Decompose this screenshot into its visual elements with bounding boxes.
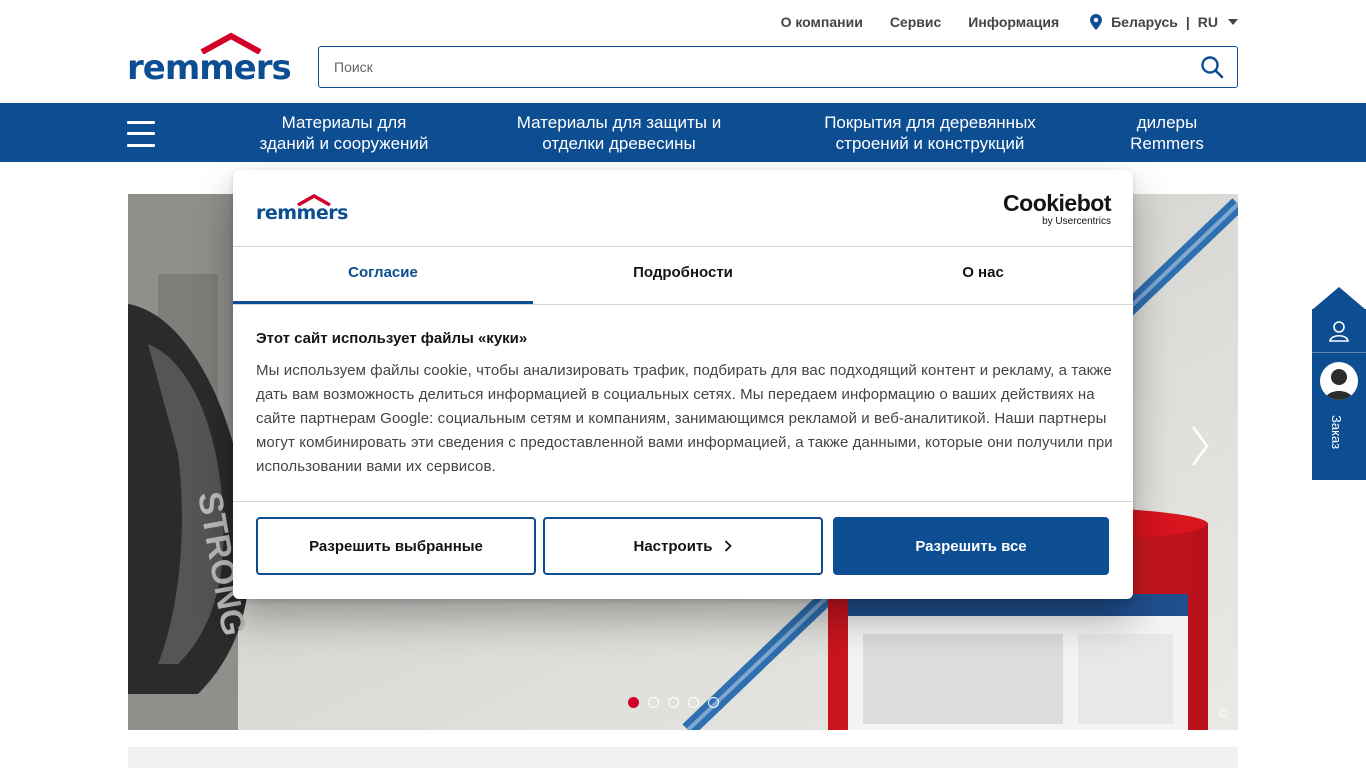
language-code: RU xyxy=(1197,14,1218,30)
dialog-body: Мы используем файлы cookie, чтобы анализ… xyxy=(256,362,1113,475)
dialog-title: Этот сайт использует файлы «куки» xyxy=(256,330,528,347)
customize-label: Настроить xyxy=(633,537,713,555)
location-pin-icon xyxy=(1090,14,1103,30)
customize-button[interactable]: Настроить xyxy=(543,517,823,575)
nav-item-line: отделки древесины xyxy=(542,134,696,153)
link-service[interactable]: Сервис xyxy=(890,14,941,30)
slider-dot[interactable] xyxy=(648,697,659,708)
order-label[interactable]: Заказ xyxy=(1329,415,1344,449)
cookiebot-logo[interactable]: Cookiebot by Usercentrics xyxy=(1003,191,1111,227)
dialog-remmers-logo: remmers xyxy=(256,194,348,224)
slider-dot[interactable] xyxy=(708,697,719,708)
nav-item-dealers[interactable]: дилеры Remmers xyxy=(1107,112,1227,154)
remmers-logo[interactable]: remmers xyxy=(127,32,292,88)
link-info[interactable]: Информация xyxy=(968,14,1059,30)
country-name: Беларусь xyxy=(1111,14,1178,30)
slider-dot[interactable] xyxy=(628,697,639,708)
search-input[interactable] xyxy=(319,47,1179,87)
content-strip xyxy=(128,747,1238,768)
allow-all-label: Разрешить все xyxy=(915,537,1027,555)
cookiebot-subtitle: by Usercentrics xyxy=(1042,216,1111,227)
main-nav: Материалы для зданий и сооружений Матери… xyxy=(0,103,1366,162)
tab-details[interactable]: Подробности xyxy=(533,247,833,304)
allow-all-button[interactable]: Разрешить все xyxy=(833,517,1109,575)
nav-item-line: Remmers xyxy=(1130,134,1204,153)
nav-item-wood-coatings[interactable]: Покрытия для деревянных строений и конст… xyxy=(800,112,1060,154)
slider-dot[interactable] xyxy=(688,697,699,708)
copyright-mark[interactable]: © xyxy=(1218,706,1228,721)
search-box xyxy=(318,46,1238,88)
tab-consent[interactable]: Согласие xyxy=(233,247,533,304)
buttons-divider xyxy=(233,501,1133,502)
order-side-tab: Заказ xyxy=(1312,287,1366,480)
dialog-logo-text: remmers xyxy=(256,202,348,224)
logo-text: remmers xyxy=(127,48,292,88)
chevron-right-icon xyxy=(725,540,733,552)
chevron-down-icon xyxy=(1228,19,1238,25)
nav-item-wood-protection[interactable]: Материалы для защиты и отделки древесины xyxy=(494,112,744,154)
menu-icon[interactable] xyxy=(127,119,155,147)
side-roof-icon xyxy=(1312,287,1366,310)
side-divider xyxy=(1312,352,1366,353)
nav-item-line: Материалы для xyxy=(281,113,407,132)
tab-about[interactable]: О нас xyxy=(833,247,1133,304)
slider-dots xyxy=(628,697,728,708)
cookie-consent-dialog: remmers Cookiebot by Usercentrics Соглас… xyxy=(233,170,1133,599)
country-separator: | xyxy=(1185,14,1190,30)
contact-person-icon[interactable] xyxy=(1312,315,1366,351)
tabs-divider xyxy=(233,304,1133,305)
allow-selected-button[interactable]: Разрешить выбранные xyxy=(256,517,536,575)
country-selector[interactable]: Беларусь | RU xyxy=(1090,14,1238,30)
avatar[interactable] xyxy=(1320,362,1358,400)
nav-item-line: строений и конструкций xyxy=(835,134,1025,153)
nav-item-line: зданий и сооружений xyxy=(259,134,429,153)
allow-selected-label: Разрешить выбранные xyxy=(309,537,483,555)
nav-item-line: Материалы для защиты и xyxy=(516,113,722,132)
user-avatar-icon xyxy=(1325,369,1353,400)
nav-item-buildings[interactable]: Материалы для зданий и сооружений xyxy=(244,112,444,154)
search-icon[interactable] xyxy=(1200,55,1224,79)
cookiebot-name: Cookiebot xyxy=(1003,190,1111,216)
slider-next-icon[interactable] xyxy=(1190,424,1210,468)
link-about[interactable]: О компании xyxy=(781,14,863,30)
nav-item-line: дилеры xyxy=(1136,113,1198,132)
slider-dot[interactable] xyxy=(668,697,679,708)
nav-item-line: Покрытия для деревянных xyxy=(824,113,1036,132)
top-links: О компании Сервис Информация Беларусь | … xyxy=(754,14,1238,30)
